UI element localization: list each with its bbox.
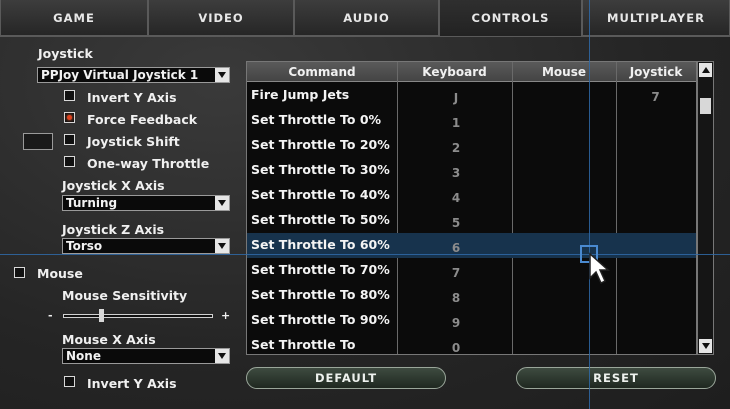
reset-button[interactable]: RESET <box>516 367 716 389</box>
sensitivity-min-label: - <box>48 309 53 322</box>
header-keyboard[interactable]: Keyboard <box>397 62 512 81</box>
table-header: Command Keyboard Mouse Joystick <box>247 62 696 82</box>
keyboard-cell[interactable]: 4 <box>397 191 515 205</box>
mouse-x-axis-label: Mouse X Axis <box>62 332 156 347</box>
keyboard-cell[interactable]: J <box>397 91 515 105</box>
command-cell: Set Throttle To 0% <box>251 112 382 127</box>
command-cell: Set Throttle To 50% <box>251 212 390 227</box>
force-feedback-label: Force Feedback <box>87 112 198 127</box>
table-row[interactable]: Set Throttle To 70% 7 <box>247 258 696 283</box>
keyboard-cell[interactable]: 9 <box>397 316 515 330</box>
keyboard-cell[interactable]: 1 <box>397 116 515 130</box>
command-cell: Set Throttle To 80% <box>251 287 390 302</box>
scroll-up-icon[interactable] <box>699 63 712 77</box>
default-button[interactable]: DEFAULT <box>246 367 446 389</box>
command-cell: Set Throttle To 40% <box>251 187 390 202</box>
mouse-sensitivity-slider[interactable] <box>63 314 213 318</box>
table-row[interactable]: Set Throttle To 30% 3 <box>247 158 696 183</box>
mouse-sensitivity-label: Mouse Sensitivity <box>62 288 188 303</box>
one-way-throttle-label: One-way Throttle <box>87 156 210 171</box>
table-row[interactable]: Set Throttle To 40% 4 <box>247 183 696 208</box>
invert-y-checkbox[interactable] <box>64 90 75 101</box>
sensitivity-max-label: + <box>221 309 231 322</box>
table-scrollbar[interactable] <box>697 61 714 355</box>
command-cell: Set Throttle To 90% <box>251 312 390 327</box>
force-feedback-checkbox[interactable] <box>64 112 75 123</box>
keyboard-cell[interactable]: 3 <box>397 166 515 180</box>
one-way-throttle-checkbox[interactable] <box>64 156 75 167</box>
joystick-x-axis-select[interactable]: Turning <box>62 195 230 211</box>
joystick-shift-indicator <box>23 133 53 150</box>
joystick-heading: Joystick <box>38 46 93 61</box>
joystick-device-value: PPJoy Virtual Joystick 1 <box>41 68 199 82</box>
mouse-checkbox[interactable] <box>14 267 25 278</box>
joystick-x-axis-value: Turning <box>66 196 118 210</box>
mouse-label: Mouse <box>37 266 83 281</box>
chevron-down-icon[interactable] <box>215 349 229 363</box>
tab-bar: GAME VIDEO AUDIO CONTROLS MULTIPLAYER <box>0 0 730 36</box>
command-cell: Set Throttle To <box>251 337 356 352</box>
mouse-pointer-icon <box>589 252 610 285</box>
tab-multiplayer[interactable]: MULTIPLAYER <box>582 0 730 36</box>
invert-y-label: Invert Y Axis <box>87 90 177 105</box>
chevron-down-icon[interactable] <box>215 196 229 210</box>
keyboard-cell[interactable]: 8 <box>397 291 515 305</box>
header-joystick[interactable]: Joystick <box>616 62 696 81</box>
keyboard-cell[interactable]: 7 <box>397 266 515 280</box>
table-row[interactable]: Set Throttle To 0 <box>247 333 696 358</box>
tab-video[interactable]: VIDEO <box>148 0 294 36</box>
keyboard-cell[interactable]: 0 <box>397 341 515 355</box>
tab-audio[interactable]: AUDIO <box>294 0 439 36</box>
chevron-down-icon[interactable] <box>215 68 229 82</box>
mouse-invert-y-checkbox[interactable] <box>64 376 75 387</box>
table-row[interactable]: Set Throttle To 0% 1 <box>247 108 696 133</box>
crosshair-vertical <box>589 0 590 409</box>
scrollbar-thumb[interactable] <box>700 98 711 114</box>
joystick-shift-label: Joystick Shift <box>87 134 180 149</box>
joystick-z-axis-label: Joystick Z Axis <box>62 222 165 237</box>
joystick-z-axis-select[interactable]: Torso <box>62 238 230 254</box>
keyboard-cell[interactable]: 5 <box>397 216 515 230</box>
command-cell: Fire Jump Jets <box>251 87 350 102</box>
joystick-device-select[interactable]: PPJoy Virtual Joystick 1 <box>37 67 230 83</box>
mouse-sensitivity-thumb[interactable] <box>99 309 104 322</box>
bindings-table: Command Keyboard Mouse Joystick Fire Jum… <box>246 61 697 355</box>
joystick-z-axis-value: Torso <box>66 239 103 253</box>
command-cell: Set Throttle To 30% <box>251 162 390 177</box>
joystick-cell[interactable]: 7 <box>615 90 696 104</box>
tab-controls[interactable]: CONTROLS <box>439 0 582 36</box>
tab-game[interactable]: GAME <box>0 0 148 36</box>
joystick-shift-checkbox[interactable] <box>64 134 75 145</box>
scroll-down-icon[interactable] <box>699 339 712 353</box>
command-cell: Set Throttle To 20% <box>251 137 390 152</box>
header-command[interactable]: Command <box>247 62 397 81</box>
chevron-down-icon[interactable] <box>215 239 229 253</box>
joystick-x-axis-label: Joystick X Axis <box>62 178 165 193</box>
command-cell: Set Throttle To 60% <box>251 237 390 252</box>
table-row[interactable]: Fire Jump Jets J 7 <box>247 83 696 108</box>
command-cell: Set Throttle To 70% <box>251 262 390 277</box>
keyboard-cell[interactable]: 6 <box>397 241 515 255</box>
mouse-x-axis-select[interactable]: None <box>62 348 230 364</box>
header-mouse[interactable]: Mouse <box>512 62 616 81</box>
table-row[interactable]: Set Throttle To 20% 2 <box>247 133 696 158</box>
table-row[interactable]: Set Throttle To 90% 9 <box>247 308 696 333</box>
keyboard-cell[interactable]: 2 <box>397 141 515 155</box>
table-row[interactable]: Set Throttle To 80% 8 <box>247 283 696 308</box>
mouse-invert-y-label: Invert Y Axis <box>87 376 177 391</box>
mouse-x-axis-value: None <box>66 349 101 363</box>
crosshair-horizontal <box>0 254 730 255</box>
table-row[interactable]: Set Throttle To 50% 5 <box>247 208 696 233</box>
